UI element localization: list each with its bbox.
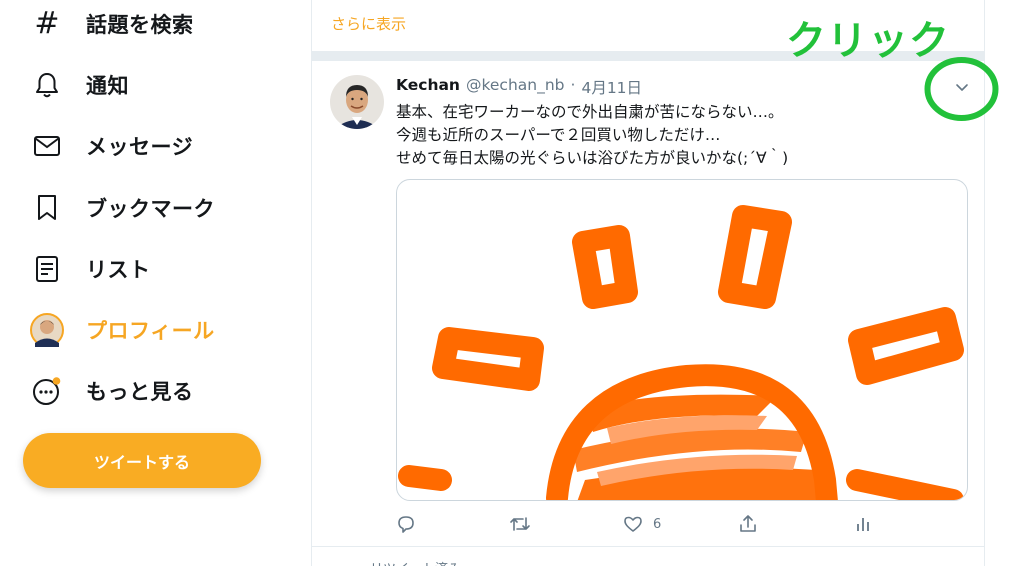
profile-avatar-icon bbox=[22, 312, 72, 348]
analytics-button[interactable] bbox=[854, 512, 872, 536]
nav-item-lists[interactable]: リスト bbox=[24, 247, 151, 291]
chevron-down-icon bbox=[956, 84, 968, 91]
tweet-media-image[interactable] bbox=[396, 179, 968, 501]
show-more-link[interactable]: さらに表示 bbox=[331, 13, 406, 34]
retweet-icon bbox=[510, 517, 530, 531]
nav-item-notifications[interactable]: 通知 bbox=[24, 63, 129, 107]
share-button[interactable] bbox=[738, 512, 758, 536]
tweet-menu-button[interactable] bbox=[949, 74, 975, 100]
share-icon bbox=[740, 515, 756, 532]
next-tweet-retweet-label: リツイート済み bbox=[370, 558, 461, 566]
nav-item-more[interactable]: もっと見る bbox=[24, 369, 194, 413]
nav-label-lists: リスト bbox=[86, 258, 151, 282]
author-avatar[interactable] bbox=[330, 75, 384, 129]
timeline: さらに表示 Kechan @kechan_nb · 4月11日 基本、在宅ワーカ… bbox=[311, 0, 999, 566]
nav-label-profile: プロフィール bbox=[86, 319, 215, 343]
header-separator: · bbox=[570, 76, 576, 94]
nav-label-bookmarks: ブックマーク bbox=[86, 197, 215, 221]
reply-button[interactable] bbox=[396, 512, 416, 536]
list-icon bbox=[22, 251, 72, 287]
bell-icon bbox=[22, 67, 72, 103]
nav-label-notifications: 通知 bbox=[86, 74, 129, 98]
hashtag-icon: # bbox=[34, 6, 60, 41]
nav-item-messages[interactable]: メッセージ bbox=[24, 124, 193, 168]
analytics-icon bbox=[857, 518, 869, 531]
like-count: 6 bbox=[653, 516, 662, 532]
tweet-text-line: 今週も近所のスーパーで２回買い物しただけ… bbox=[396, 126, 721, 144]
nav-label-explore: 話題を検索 bbox=[86, 13, 194, 37]
bookmark-icon bbox=[22, 190, 72, 226]
annotation-click-label: クリック bbox=[786, 18, 950, 64]
more-dots-icon bbox=[22, 373, 72, 409]
nav-item-profile[interactable]: プロフィール bbox=[24, 308, 215, 352]
envelope-icon bbox=[22, 128, 72, 164]
sidebar-nav: # 話題を検索 通知 メッセージ ブックマーク リスト プロフィール もっと見る… bbox=[0, 0, 311, 566]
tweet-text-line: せめて毎日太陽の光ぐらいは浴びた方が良いかな(;´∀｀) bbox=[396, 149, 789, 167]
author-name[interactable]: Kechan bbox=[396, 76, 460, 98]
nav-item-bookmarks[interactable]: ブックマーク bbox=[24, 186, 215, 230]
tweet-button[interactable]: ツイートする bbox=[23, 433, 261, 488]
retweet-button[interactable] bbox=[509, 512, 531, 536]
tweet-date[interactable]: 4月11日 bbox=[581, 76, 642, 98]
heart-icon bbox=[624, 516, 642, 532]
reply-icon bbox=[398, 516, 414, 533]
like-button[interactable]: 6 bbox=[623, 512, 661, 536]
nav-label-more: もっと見る bbox=[86, 380, 194, 404]
tweet-text-line: 基本、在宅ワーカーなので外出自粛が苦にならない…。 bbox=[396, 103, 784, 121]
nav-item-explore[interactable]: # 話題を検索 bbox=[24, 2, 194, 46]
nav-label-messages: メッセージ bbox=[86, 135, 194, 159]
tweet-header: Kechan @kechan_nb · 4月11日 bbox=[396, 76, 642, 98]
tweet-divider bbox=[312, 546, 984, 547]
author-handle[interactable]: @kechan_nb bbox=[466, 76, 565, 98]
